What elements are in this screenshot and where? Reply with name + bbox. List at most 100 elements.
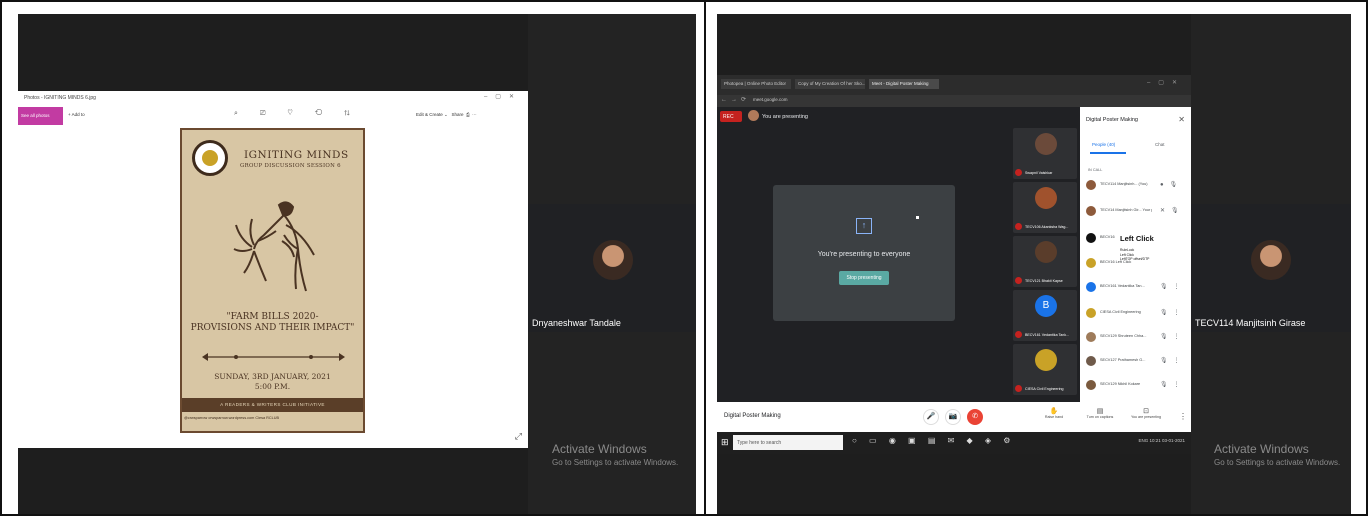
- mic-off-icon: [1015, 223, 1022, 230]
- meeting-name[interactable]: Digital Poster Making: [724, 413, 781, 419]
- window-controls[interactable]: –▢✕: [484, 93, 522, 100]
- share-message: You're presenting to everyone: [817, 251, 911, 258]
- mic-off-icon[interactable]: 🎙⋮: [1160, 309, 1186, 316]
- presenter-avatar: [748, 110, 759, 121]
- farmer-illustration: [233, 201, 315, 292]
- panel-title: Digital Poster Making: [1086, 117, 1138, 123]
- participant-avatar: [1086, 332, 1096, 342]
- poster-subtitle: GROUP DISCUSSION SESSION 6: [240, 163, 341, 169]
- tab-creation[interactable]: Copy of My Creation Of her Sko...: [795, 79, 865, 89]
- add-to-button[interactable]: + Add to: [68, 112, 85, 117]
- raise-hand-button[interactable]: ✋ Raise hand: [1037, 407, 1071, 419]
- address-bar-row: ←→⟳ meet.google.com: [717, 95, 1191, 107]
- thumb-tile[interactable]: Swapnil Vaishkar: [1013, 128, 1077, 179]
- poster-time: 5:00 P.M.: [254, 382, 291, 391]
- ornament-divider: [202, 353, 345, 361]
- url-field[interactable]: meet.google.com: [753, 97, 953, 105]
- mic-off-icon[interactable]: 🎙⋮: [1160, 333, 1186, 340]
- thumb-avatar: [1035, 133, 1057, 155]
- participant-name: BECV161 Vedantika Tan...: [1100, 284, 1145, 288]
- thumb-name: Swapnil Vaishkar: [1025, 171, 1053, 175]
- thumb-avatar: [1035, 241, 1057, 263]
- activate-windows-watermark: Activate Windows Go to Settings to activ…: [552, 442, 678, 467]
- taskbar-app-icons[interactable]: ○ ▭ ◉ ▣ ▤ ✉ ◆ ◈ ⚙: [852, 436, 1015, 445]
- camera-button[interactable]: 📷: [945, 409, 961, 425]
- present-button[interactable]: ⊡ You are presenting: [1129, 407, 1163, 419]
- start-icon[interactable]: ⊞: [721, 437, 731, 447]
- poster-band: A READERS & WRITERS CLUB INITIATIVE: [182, 398, 363, 412]
- recording-badge: REC: [720, 111, 742, 122]
- more-options-icon[interactable]: ⋮: [1179, 412, 1187, 421]
- overlay-left-click-label: Left Click: [1120, 234, 1154, 243]
- windows-taskbar: ⊞ Type here to search ○ ▭ ◉ ▣ ▤ ✉ ◆ ◈ ⚙ …: [717, 432, 1191, 454]
- see-all-photos-button[interactable]: See all photos: [18, 107, 63, 125]
- photos-title: Photos - IGNITING MINDS 6.jpg: [24, 95, 96, 101]
- participant-row[interactable]: SECV129 Nikhil Kokare 🎙⋮: [1086, 379, 1186, 393]
- mic-icon[interactable]: ✕🎙: [1160, 207, 1185, 214]
- close-icon[interactable]: ✕: [1178, 115, 1185, 124]
- captions-label: Turn on captions: [1086, 415, 1114, 419]
- tab-meet[interactable]: Meet - Digital Poster Making: [869, 79, 939, 89]
- participant-avatar: [1086, 206, 1096, 216]
- mic-off-icon[interactable]: 🎙⋮: [1160, 357, 1186, 364]
- nav-buttons[interactable]: ←→⟳: [721, 96, 750, 103]
- mic-off-icon: [1015, 169, 1022, 176]
- thumb-avatar: B: [1035, 295, 1057, 317]
- taskbar-search[interactable]: Type here to search: [733, 435, 843, 450]
- photo-toolbar-icons[interactable]: ⌕ ⎚ ♡ ⟲ ⇅: [234, 110, 360, 118]
- present-up-arrow-icon: ↑: [856, 218, 872, 234]
- thumb-tile[interactable]: TECV121 Bhakti Kapse: [1013, 236, 1077, 287]
- participant-avatar: [1086, 282, 1096, 292]
- participant-row[interactable]: TECV14 Manjitsinh Gir... Your presentati…: [1086, 205, 1186, 219]
- club-logo-icon: [192, 140, 228, 176]
- participant-name: CIESA Civil Engineering: [1100, 310, 1141, 314]
- participant-row[interactable]: CIESA Civil Engineering 🎙⋮: [1086, 307, 1186, 321]
- share-button[interactable]: Share: [452, 112, 464, 117]
- activate-windows-watermark: Activate Windows Go to Settings to activ…: [1214, 442, 1340, 467]
- system-tray[interactable]: ENG 10:21 03-01-2021: [1138, 438, 1185, 443]
- participant-avatar: [1086, 233, 1096, 243]
- thumb-tile[interactable]: TECV106 Akanksha Wag...: [1013, 182, 1077, 233]
- captions-button[interactable]: ▤ Turn on captions: [1083, 407, 1117, 419]
- participant-avatar: [593, 240, 633, 280]
- video-tile-left: Dnyaneshwar Tandale: [528, 204, 696, 332]
- mouse-cursor: [916, 216, 919, 219]
- screen-share-card: ↑ You're presenting to everyone Stop pre…: [773, 185, 955, 321]
- mic-off-icon[interactable]: 🎙⋮: [1160, 381, 1186, 388]
- edit-create-button[interactable]: Edit & Create: [416, 112, 443, 117]
- activate-line1: Activate Windows: [1214, 442, 1309, 456]
- mic-icon[interactable]: ●🎙: [1160, 181, 1183, 188]
- activate-line2: Go to Settings to activate Windows.: [1214, 458, 1341, 467]
- participant-row[interactable]: SECV129 Shruteen Chha... 🎙⋮: [1086, 331, 1186, 345]
- participant-name: TECV114 Manjitsinh... (You): [1100, 182, 1148, 186]
- tab-people[interactable]: People (40): [1092, 142, 1115, 147]
- participant-avatar: [1086, 180, 1096, 190]
- thumb-tile[interactable]: CIESA Civil Engineering: [1013, 344, 1077, 395]
- bottom-black-area: [18, 448, 528, 514]
- mic-button[interactable]: 🎤: [923, 409, 939, 425]
- tab-underline: [1090, 152, 1126, 154]
- meet-bottom-bar: Digital Poster Making 🎤 📷 ✆ ✋ Raise hand…: [717, 402, 1191, 432]
- meet-window: REC You are presenting ↑ You're presenti…: [717, 107, 1191, 432]
- presenting-label: You are presenting: [762, 114, 808, 120]
- tab-chat[interactable]: Chat: [1155, 142, 1165, 147]
- raise-hand-label: Raise hand: [1044, 415, 1064, 419]
- stop-presenting-button[interactable]: Stop presenting: [839, 271, 889, 285]
- participant-avatar: [1251, 240, 1291, 280]
- poster-image: IGNITING MINDS GROUP DISCUSSION SESSION …: [180, 128, 365, 433]
- end-call-button[interactable]: ✆: [967, 409, 983, 425]
- top-black-area-right: [717, 14, 1191, 75]
- mic-off-icon[interactable]: 🎙⋮: [1160, 283, 1186, 290]
- thumb-name: TECV106 Akanksha Wag...: [1025, 225, 1069, 229]
- participant-name: Dnyaneshwar Tandale: [532, 318, 621, 328]
- participant-name: SECV127 Prathamesh G...: [1100, 358, 1146, 362]
- thumb-tile[interactable]: B BECV161 Vedantika Tank...: [1013, 290, 1077, 341]
- poster-footer: @crwsparrow crwsparrow.wordpress.com Cie…: [184, 416, 280, 420]
- thumb-name: CIESA Civil Engineering: [1025, 387, 1064, 391]
- participant-row[interactable]: SECV127 Prathamesh G... 🎙⋮: [1086, 355, 1186, 369]
- participant-row[interactable]: TECV114 Manjitsinh... (You) ●🎙: [1086, 179, 1186, 193]
- browser-window-controls[interactable]: –▢✕: [1147, 79, 1185, 86]
- participant-row[interactable]: BECV161 Vedantika Tan... 🎙⋮: [1086, 281, 1186, 295]
- expand-icon[interactable]: ⤢: [515, 431, 522, 442]
- tab-photopea[interactable]: Photopea | Online Photo Editor: [721, 79, 791, 89]
